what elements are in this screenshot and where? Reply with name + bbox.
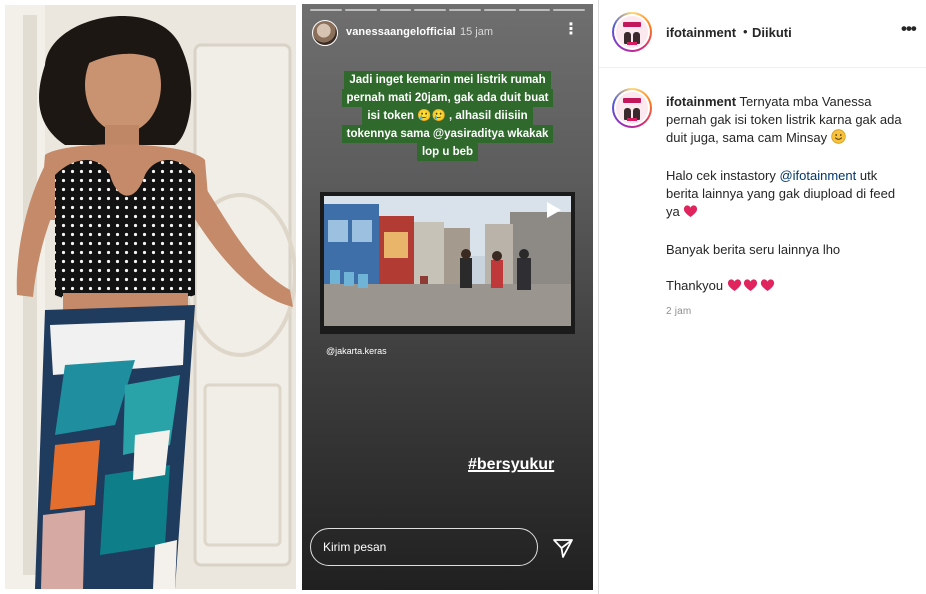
caption-p2-before: Halo cek instastory <box>666 168 780 183</box>
caption-thanks: Thankyou <box>666 278 724 293</box>
follow-status-button[interactable]: Diikuti <box>752 25 792 40</box>
story-username[interactable]: vanessaangelofficial <box>346 26 456 38</box>
story-progress-bar <box>310 9 585 11</box>
story-reply-box[interactable] <box>310 528 538 566</box>
smiling-emoji-icon <box>831 129 846 149</box>
caption-line: pernah mati 20jam, gak ada duit buat <box>341 89 554 107</box>
story-avatar[interactable] <box>312 20 338 46</box>
red-heart-icon <box>683 204 698 223</box>
caption-paragraph-3: Banyak berita seru lainnya lho <box>666 242 841 257</box>
post-caption: ifotainment Ternyata mba Vanessa pernah … <box>666 93 906 315</box>
story-hashtag[interactable]: #bersyukur <box>468 456 554 474</box>
post-photo[interactable] <box>5 5 296 589</box>
caption-paragraph-4: Thankyou <box>666 277 906 297</box>
more-options-icon[interactable]: ••• <box>901 19 917 39</box>
header-separator: • <box>743 24 748 39</box>
send-icon[interactable] <box>552 537 574 559</box>
red-heart-icon <box>759 278 776 297</box>
caption-line: Jadi inget kemarin mei listrik rumah <box>344 71 551 89</box>
story-caption: Jadi inget kemarin mei listrik rumah per… <box>320 70 575 161</box>
post-timestamp[interactable]: 2 jam <box>666 306 691 317</box>
caption-line: isi token 🥲🥲 , alhasil diisiin <box>362 107 533 125</box>
post-photo-container <box>0 0 300 594</box>
street-scene-illustration <box>320 192 575 334</box>
caption-avatar[interactable] <box>612 88 652 128</box>
caption-mention-link[interactable]: @ifotainment <box>779 168 856 183</box>
story-video[interactable] <box>320 192 575 334</box>
header-username[interactable]: ifotainment <box>666 25 736 40</box>
story-time: 15 jam <box>460 26 494 38</box>
red-heart-icon <box>727 278 742 297</box>
caption-line: lop u beb <box>416 143 479 161</box>
panel-divider <box>598 0 599 594</box>
caption-username[interactable]: ifotainment <box>666 94 736 109</box>
instagram-story[interactable]: vanessaangelofficial 15 jam ⋮ Jadi inget… <box>302 4 593 590</box>
caption-paragraph-2: Halo cek instastory @ifotainment utk ber… <box>666 167 906 223</box>
caption-line: tokennya sama @yasiraditya wkakak <box>341 125 554 143</box>
story-more-icon[interactable]: ⋮ <box>563 22 579 38</box>
woman-photo-illustration <box>5 5 296 589</box>
video-credit[interactable]: @jakarta.keras <box>326 346 387 356</box>
red-heart-icon <box>742 278 759 297</box>
reply-input[interactable] <box>323 538 523 556</box>
caption-paragraph-1: ifotainment Ternyata mba Vanessa pernah … <box>666 93 906 149</box>
header-avatar[interactable] <box>612 12 652 52</box>
